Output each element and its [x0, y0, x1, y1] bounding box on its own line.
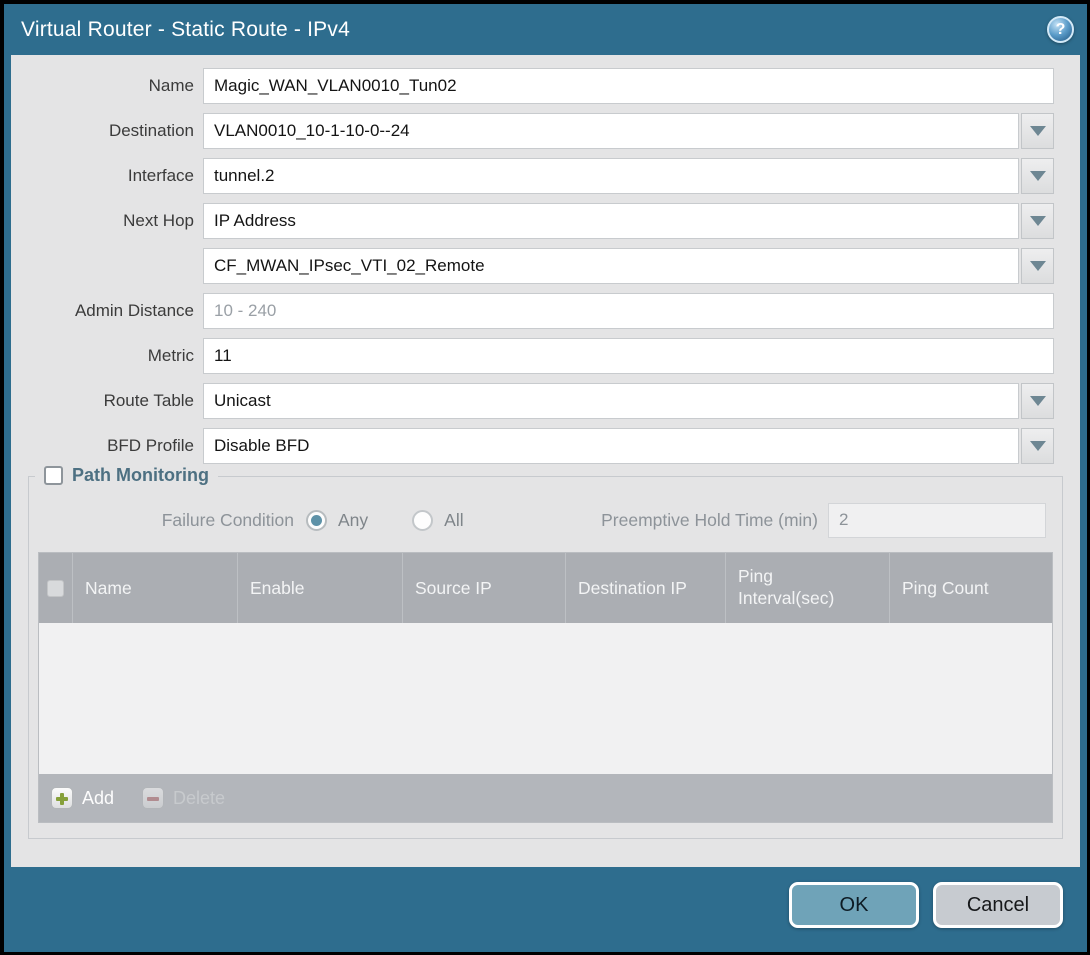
failure-condition-all-radio[interactable] — [412, 510, 433, 531]
minus-icon — [142, 787, 164, 809]
column-header-enable[interactable]: Enable — [238, 553, 403, 623]
destination-label: Destination — [11, 121, 203, 141]
ok-button[interactable]: OK — [789, 882, 919, 928]
dialog-window: Virtual Router - Static Route - IPv4 ? N… — [4, 4, 1087, 952]
cancel-button[interactable]: Cancel — [933, 882, 1063, 928]
path-monitoring-table: Name Enable Source IP Destination IP Pin… — [38, 552, 1053, 823]
preemptive-hold-input[interactable] — [828, 503, 1046, 538]
metric-input[interactable] — [203, 338, 1054, 374]
interface-input[interactable] — [203, 158, 1019, 194]
route-table-dropdown-button[interactable] — [1021, 383, 1054, 419]
preemptive-hold-group: Preemptive Hold Time (min) — [601, 502, 1046, 538]
dialog-titlebar: Virtual Router - Static Route - IPv4 ? — [4, 4, 1087, 55]
dialog-title: Virtual Router - Static Route - IPv4 — [21, 18, 1047, 42]
next-hop-address-input[interactable] — [203, 248, 1019, 284]
plus-icon — [51, 787, 73, 809]
destination-input[interactable] — [203, 113, 1019, 149]
form-row-destination: Destination — [11, 113, 1080, 149]
table-toolbar: Add Delete — [39, 774, 1052, 822]
bfd-profile-label: BFD Profile — [11, 436, 203, 456]
chevron-down-icon — [1030, 171, 1046, 181]
form-row-interface: Interface — [11, 158, 1080, 194]
form-row-bfd-profile: BFD Profile — [11, 428, 1080, 464]
form-row-next-hop-address — [11, 248, 1080, 284]
next-hop-address-dropdown-button[interactable] — [1021, 248, 1054, 284]
failure-condition-label: Failure Condition — [29, 510, 306, 531]
column-header-ping-interval[interactable]: Ping Interval(sec) — [726, 553, 890, 623]
failure-condition-all-label: All — [444, 510, 463, 531]
route-table-input[interactable] — [203, 383, 1019, 419]
help-icon[interactable]: ? — [1047, 16, 1074, 43]
next-hop-type-input[interactable] — [203, 203, 1019, 239]
table-body-empty — [39, 623, 1052, 774]
next-hop-label: Next Hop — [11, 211, 203, 231]
column-header-source-ip[interactable]: Source IP — [403, 553, 566, 623]
path-monitoring-section: Path Monitoring Failure Condition Any Al… — [28, 476, 1063, 839]
admin-distance-label: Admin Distance — [11, 301, 203, 321]
bfd-profile-dropdown-button[interactable] — [1021, 428, 1054, 464]
select-all-column — [39, 553, 73, 623]
form-row-name: Name — [11, 68, 1080, 104]
destination-dropdown-button[interactable] — [1021, 113, 1054, 149]
metric-label: Metric — [11, 346, 203, 366]
next-hop-type-dropdown-button[interactable] — [1021, 203, 1054, 239]
delete-button-label: Delete — [173, 788, 225, 809]
failure-condition-row: Failure Condition Any All Preemptive Hol… — [29, 502, 1062, 538]
form-row-next-hop: Next Hop — [11, 203, 1080, 239]
name-label: Name — [11, 76, 203, 96]
path-monitoring-checkbox[interactable] — [44, 466, 63, 485]
chevron-down-icon — [1030, 216, 1046, 226]
form-row-metric: Metric — [11, 338, 1080, 374]
add-button[interactable]: Add — [51, 787, 114, 809]
chevron-down-icon — [1030, 396, 1046, 406]
chevron-down-icon — [1030, 261, 1046, 271]
name-input[interactable] — [203, 68, 1054, 104]
form-row-admin-distance: Admin Distance — [11, 293, 1080, 329]
bfd-profile-input[interactable] — [203, 428, 1019, 464]
failure-condition-radio-group: Any All — [306, 510, 464, 531]
select-all-checkbox[interactable] — [47, 580, 64, 597]
help-glyph: ? — [1056, 21, 1066, 39]
add-button-label: Add — [82, 788, 114, 809]
admin-distance-input[interactable] — [203, 293, 1054, 329]
column-header-destination-ip[interactable]: Destination IP — [566, 553, 726, 623]
failure-condition-any-label: Any — [338, 510, 368, 531]
failure-condition-any-radio[interactable] — [306, 510, 327, 531]
form-row-route-table: Route Table — [11, 383, 1080, 419]
path-monitoring-legend: Path Monitoring — [35, 465, 218, 486]
column-header-name[interactable]: Name — [73, 553, 238, 623]
column-header-ping-count[interactable]: Ping Count — [890, 553, 1052, 623]
interface-label: Interface — [11, 166, 203, 186]
dialog-content: Name Destination Interface — [11, 55, 1080, 867]
dialog-footer: OK Cancel — [4, 867, 1087, 952]
route-table-label: Route Table — [11, 391, 203, 411]
delete-button[interactable]: Delete — [142, 787, 225, 809]
path-monitoring-title: Path Monitoring — [72, 465, 209, 486]
table-header-row: Name Enable Source IP Destination IP Pin… — [39, 553, 1052, 623]
chevron-down-icon — [1030, 441, 1046, 451]
chevron-down-icon — [1030, 126, 1046, 136]
preemptive-hold-label: Preemptive Hold Time (min) — [601, 510, 828, 531]
interface-dropdown-button[interactable] — [1021, 158, 1054, 194]
